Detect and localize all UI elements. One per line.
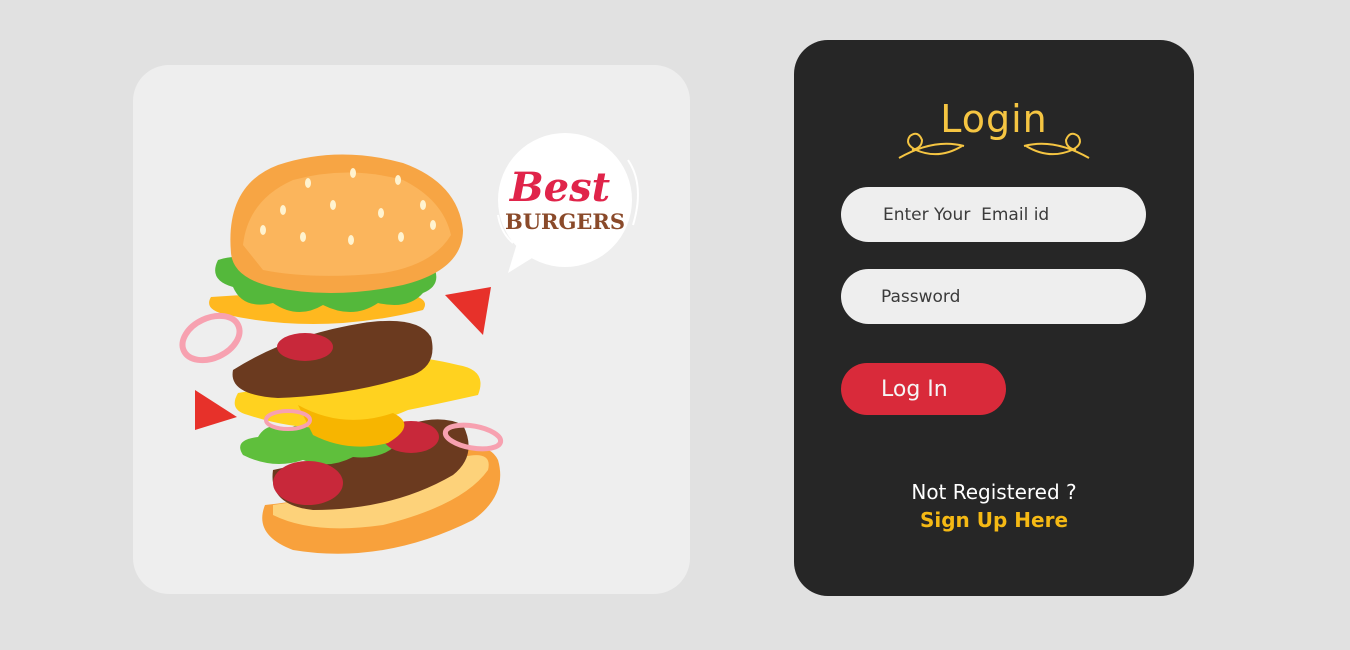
title-flourish-icon bbox=[898, 132, 1090, 159]
login-button[interactable]: Log In bbox=[841, 363, 1006, 415]
badge-best-text: Best bbox=[509, 164, 611, 211]
password-input[interactable] bbox=[841, 269, 1146, 324]
email-input[interactable] bbox=[841, 187, 1146, 242]
speech-bubble: Best BURGERS bbox=[497, 133, 639, 273]
burger-illustration: Best BURGERS bbox=[179, 133, 639, 554]
burger-illustration-card: Best BURGERS bbox=[133, 65, 690, 594]
login-card: Login Log In Not Registered ? Sign Up He… bbox=[794, 40, 1194, 596]
sign-up-link[interactable]: Sign Up Here bbox=[794, 508, 1194, 532]
badge-burgers-text: BURGERS bbox=[505, 209, 625, 234]
not-registered-text: Not Registered ? bbox=[911, 480, 1077, 504]
